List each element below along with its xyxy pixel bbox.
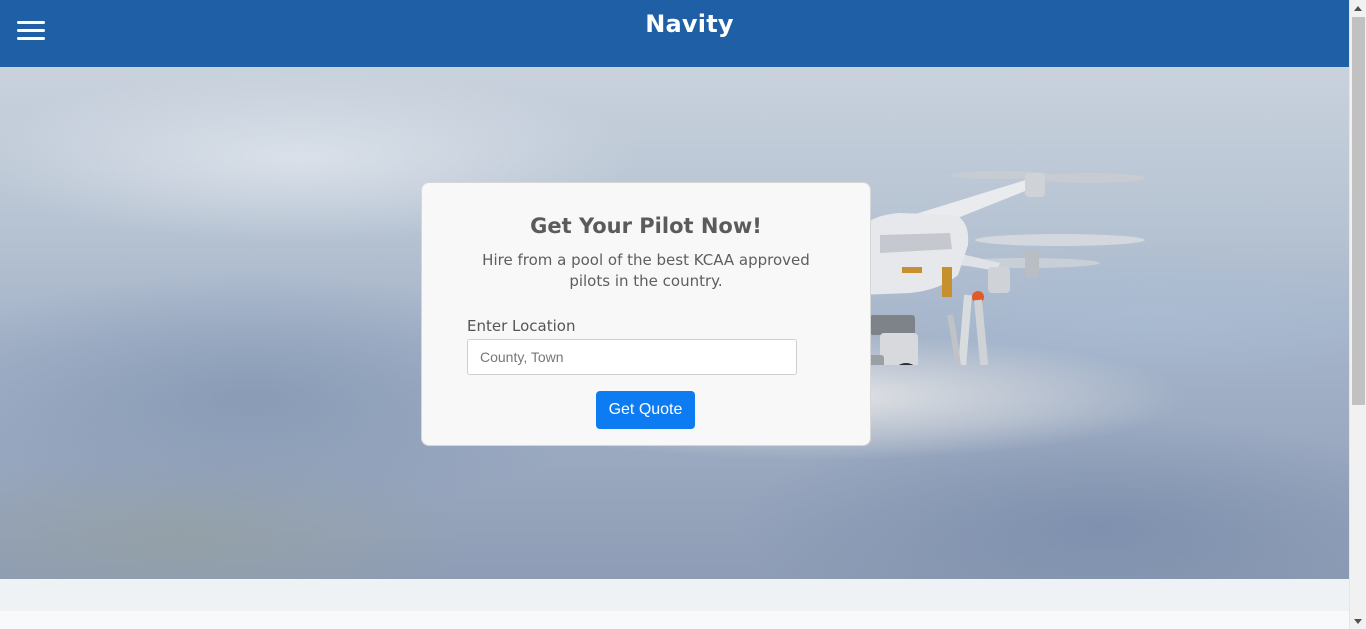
brand-title[interactable]: Navity: [0, 10, 1349, 38]
section-divider: [0, 579, 1349, 611]
vertical-scrollbar[interactable]: [1349, 0, 1366, 629]
scroll-down-icon[interactable]: [1354, 619, 1362, 624]
content-area: [0, 611, 1349, 629]
get-quote-button[interactable]: Get Quote: [596, 391, 695, 429]
card-subtitle: Hire from a pool of the best KCAA approv…: [482, 251, 810, 290]
location-input[interactable]: [467, 339, 797, 375]
page: Navity Get Your Pilot Now! Hire from a p…: [0, 0, 1349, 629]
top-navbar: Navity: [0, 0, 1349, 67]
scroll-thumb[interactable]: [1352, 17, 1365, 405]
card-title: Get Your Pilot Now!: [530, 214, 762, 238]
hero-section: Get Your Pilot Now! Hire from a pool of …: [0, 67, 1349, 579]
drone-image: [860, 171, 1145, 365]
quote-card: Get Your Pilot Now! Hire from a pool of …: [421, 182, 871, 446]
scroll-up-icon[interactable]: [1354, 6, 1362, 11]
location-label: Enter Location: [467, 317, 576, 335]
